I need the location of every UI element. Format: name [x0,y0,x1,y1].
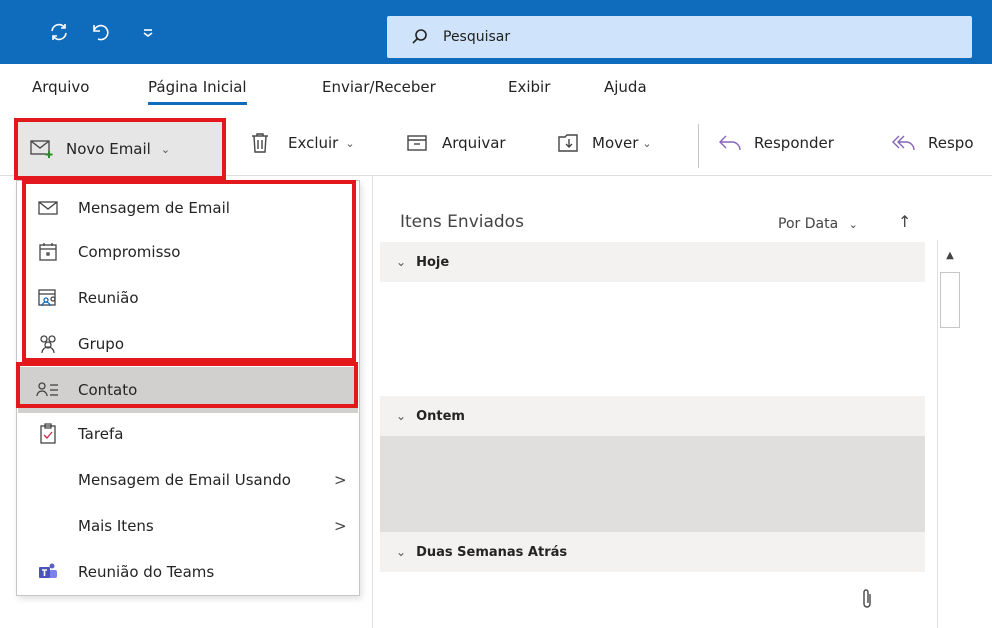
tab-enviar-receber[interactable]: Enviar/Receber [322,78,436,96]
new-mail-icon [30,140,53,158]
group-header-hoje[interactable]: ⌄ Hoje [380,242,925,282]
menu-item-label: Mensagem de Email Usando [78,471,291,489]
undo-icon[interactable] [84,0,114,64]
sync-icon[interactable] [44,0,74,64]
tab-ajuda[interactable]: Ajuda [604,78,647,96]
tab-exibir[interactable]: Exibir [508,78,550,96]
chevron-down-icon: ⌄ [345,136,355,150]
ribbon-separator [698,124,699,168]
archive-icon [407,135,427,151]
menu-item-label: Reunião do Teams [78,563,215,581]
chevron-down-icon: ⌄ [642,136,652,150]
attachment-icon [860,588,874,614]
sort-button[interactable]: Por Data ⌄ [778,216,858,232]
menu-item-label: Reunião [78,289,139,307]
title-bar: Pesquisar [0,0,992,64]
task-icon [36,422,60,446]
move-label: Mover [592,134,639,152]
group-label: Ontem [416,408,465,424]
scroll-up-arrow-icon[interactable]: ▲ [938,240,962,270]
menu-item-label: Mais Itens [78,517,154,535]
reply-all-label: Respo [928,134,974,152]
move-button[interactable]: Mover ⌄ [556,110,652,176]
reply-button[interactable]: Responder [718,110,834,176]
menu-bar: Arquivo Página Inicial Enviar/Receber Ex… [0,64,992,110]
chevron-down-icon[interactable]: ⌄ [161,143,170,156]
menu-item-reuniao-teams[interactable]: Reunião do Teams [18,549,358,595]
menu-item-compromisso[interactable]: Compromisso [18,229,358,275]
search-icon [412,29,427,44]
tab-arquivo[interactable]: Arquivo [32,78,89,96]
menu-item-reuniao[interactable]: Reunião [18,275,358,321]
pane-divider [372,176,373,628]
chevron-right-icon: > [334,517,347,535]
contact-icon [36,378,60,402]
chevron-down-icon: ⌄ [396,545,407,559]
menu-item-label: Mensagem de Email [78,199,230,217]
group-header-ontem[interactable]: ⌄ Ontem [380,396,925,436]
menu-item-mensagem-de-email[interactable]: Mensagem de Email [18,185,358,231]
archive-button[interactable]: Arquivar [406,110,506,176]
sort-label: Por Data [778,216,839,232]
chevron-right-icon: > [334,471,347,489]
calendar-icon [36,240,60,264]
group-label: Hoje [416,254,450,270]
chevron-down-icon: ⌄ [396,409,407,423]
scroll-thumb[interactable] [940,272,960,328]
archive-label: Arquivar [442,134,506,152]
menu-item-mensagem-usando[interactable]: Mensagem de Email Usando > [18,457,358,503]
outlook-window: Pesquisar Arquivo Página Inicial Enviar/… [0,0,992,628]
message-row-selected[interactable] [380,436,925,532]
mail-icon [36,196,60,220]
delete-label: Excluir [288,134,339,152]
menu-item-label: Tarefa [78,425,124,443]
menu-item-label: Contato [78,381,138,399]
scrollbar[interactable]: ▲ [937,240,962,628]
menu-item-grupo[interactable]: Grupo [18,321,358,367]
menu-item-tarefa[interactable]: Tarefa [18,411,358,457]
menu-item-contato[interactable]: Contato [18,367,358,413]
group-header-duas-semanas[interactable]: ⌄ Duas Semanas Atrás [380,532,925,572]
new-item-dropdown: Mensagem de Email Compromisso Reunião Gr… [16,180,360,596]
customize-icon[interactable] [138,0,158,64]
reply-all-button[interactable]: Respo [890,110,974,176]
meeting-icon [36,286,60,310]
new-email-button[interactable]: Novo Email ⌄ [14,118,226,180]
chevron-down-icon: ⌄ [848,218,858,231]
menu-item-label: Grupo [78,335,124,353]
delete-button[interactable]: Excluir ⌄ [250,110,355,176]
search-box[interactable]: Pesquisar [387,16,972,58]
tab-pagina-inicial[interactable]: Página Inicial [148,78,247,105]
chevron-down-icon: ⌄ [396,255,407,269]
new-email-label: Novo Email [66,140,151,158]
move-icon [558,134,578,152]
search-input[interactable]: Pesquisar [443,29,510,45]
group-icon [36,332,60,356]
reply-all-icon [892,135,915,151]
teams-icon [36,560,60,584]
reply-icon [719,135,741,151]
menu-item-label: Compromisso [78,243,181,261]
sort-direction-button[interactable]: ↑ [898,212,911,231]
trash-icon [252,133,268,153]
folder-title: Itens Enviados [400,212,524,232]
menu-item-mais-itens[interactable]: Mais Itens > [18,503,358,549]
group-label: Duas Semanas Atrás [416,544,568,560]
reply-label: Responder [754,134,834,152]
